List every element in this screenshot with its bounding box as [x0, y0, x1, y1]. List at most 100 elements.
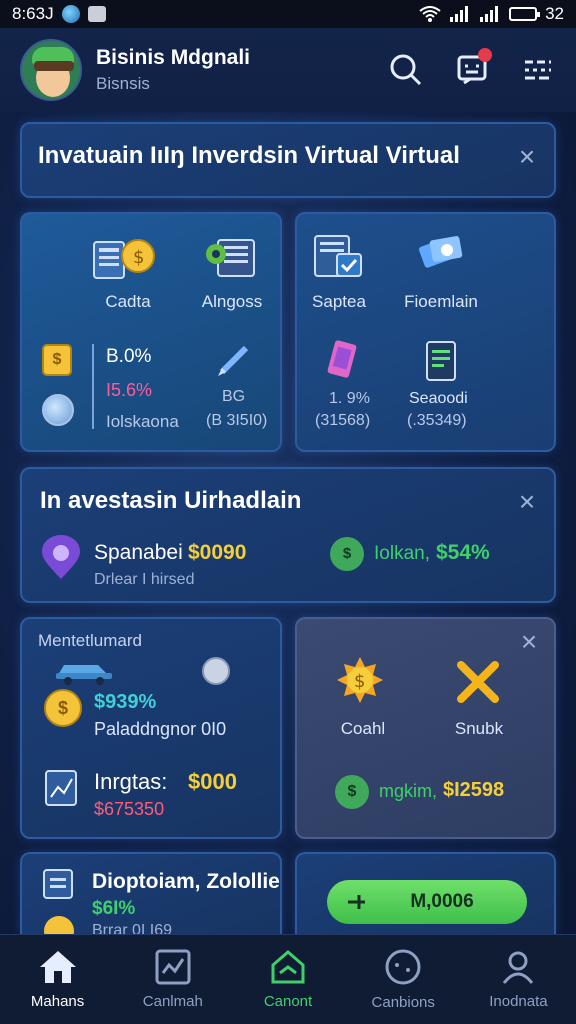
close-icon[interactable]: ×	[516, 628, 542, 656]
bottom-left-title: Dioptoiam, Zolollie	[92, 870, 280, 893]
home-icon	[39, 951, 76, 983]
side-label: BG	[222, 388, 246, 405]
search-icon[interactable]	[388, 52, 424, 88]
nav-item-canbions[interactable]: Canbions	[346, 935, 461, 1024]
clock-icon	[202, 657, 230, 685]
close-icon[interactable]: ×	[514, 488, 540, 516]
divider	[92, 344, 94, 429]
nav-label: Canont	[263, 993, 313, 1010]
market-pct: $939%	[94, 691, 157, 713]
nav-item-canlmah[interactable]: Canlmah	[115, 935, 230, 1024]
svg-text:$: $	[354, 671, 365, 692]
item2-value: $54%	[436, 541, 490, 564]
stat-label: Iolskaona	[106, 412, 179, 431]
home-outline-icon	[271, 950, 305, 984]
item1-sub: Drlear I hirsed	[94, 571, 195, 588]
row-value: $000	[188, 769, 237, 794]
battery-icon	[509, 7, 541, 21]
bottom-left-card[interactable]: Dioptoiam, Zolollie $6I% Brrar 0I I69	[20, 852, 282, 946]
app-notification-icon	[87, 6, 106, 22]
nav-label: Inodnata	[489, 993, 548, 1010]
pin-icon	[348, 895, 365, 909]
tile-label-alngoss: Alngoss	[201, 292, 263, 311]
nav-label: Mahans	[30, 993, 85, 1010]
market-desc: Paladdngnor 0I0	[94, 719, 227, 739]
nav-label: Canbions	[371, 994, 435, 1011]
investment-card[interactable]: In avestasin Uirhadlain × Spanabei $0090…	[20, 467, 556, 603]
gear-report-icon[interactable]	[200, 234, 264, 286]
signal-icon	[450, 6, 469, 22]
bottom-nav: Mahans Canlmah Canont Canbions Inodnata	[0, 934, 576, 1024]
coin-label-coahl: Coahl	[340, 719, 386, 738]
user-icon	[503, 951, 534, 984]
nav-item-inodnata[interactable]: Inodnata	[461, 935, 576, 1024]
app-title: Bisinis Mdgnali	[96, 46, 251, 69]
money-icon: $	[330, 537, 364, 571]
stat-value: B.0%	[106, 346, 152, 367]
action-button[interactable]: M,0006	[327, 880, 527, 924]
coin-label-snubk: Snubk	[454, 719, 504, 738]
nav-item-home[interactable]: Mahans	[0, 935, 115, 1024]
market-title: Mentetlumard	[38, 631, 142, 650]
wifi-icon	[419, 6, 441, 22]
coins-card[interactable]: × $ Coahl Snubk $ mgkim, $I2598	[295, 617, 556, 839]
coin-square-icon: $	[42, 344, 72, 376]
item1-value: $0090	[188, 541, 247, 564]
tile-label-cadta: Cadta	[105, 292, 151, 311]
market-card[interactable]: Mentetlumard $ $939% Paladdngnor 0I0 Inr…	[20, 617, 282, 839]
car-icon	[56, 665, 112, 685]
row-label: Inrgtas:	[94, 769, 168, 794]
chart-board-icon	[155, 949, 191, 985]
footer-label: mgkim,	[379, 781, 437, 801]
globe-outline-icon	[385, 949, 421, 985]
status-bar: 8:63J 32	[0, 0, 576, 28]
signal-icon-2	[480, 6, 499, 22]
right-tiles-card: Saptea Fioemlain 1. 9% (31568) Seaoodi (…	[295, 212, 556, 452]
right-stat-1: 1. 9%	[329, 390, 370, 407]
calculator-coin-icon[interactable]: $	[92, 234, 156, 286]
ledger-icon	[426, 341, 456, 381]
sun-coin-icon: $	[337, 657, 383, 703]
tile-label-fioemlain: Fioemlain	[404, 292, 478, 311]
item2-label: Iolkan,	[374, 543, 430, 564]
notification-icon[interactable]	[454, 48, 492, 88]
battery-level: 32	[545, 4, 564, 23]
wallet-card-icon	[327, 340, 357, 378]
row-sub: $675350	[94, 799, 165, 819]
nav-label: Canlmah	[142, 993, 203, 1010]
banner-text: Invatuain IıIŋ Inverdsin Virtual Virtual	[38, 142, 460, 169]
coin-icon: $	[44, 689, 82, 727]
checklist-icon[interactable]	[311, 232, 375, 284]
stat-pink: I5.6%	[106, 380, 153, 400]
app-header: Bisinis Mdgnali Bisnsis	[0, 28, 576, 112]
location-pin-icon	[42, 535, 80, 579]
close-icon[interactable]: ×	[514, 143, 540, 171]
pencil-icon	[218, 345, 249, 376]
notification-badge	[478, 48, 492, 62]
tools-icon[interactable]	[455, 659, 501, 705]
svg-text:$: $	[133, 247, 144, 268]
globe-coin-icon	[42, 394, 74, 426]
clock: 8:63J	[12, 4, 54, 23]
globe-icon	[61, 5, 80, 23]
nav-item-canont[interactable]: Canont	[230, 935, 345, 1024]
chart-icon	[45, 770, 77, 806]
cards-icon[interactable]	[413, 228, 477, 280]
footer-value: $I2598	[443, 779, 505, 801]
money-icon-2: $	[335, 775, 369, 809]
app-subtitle: Bisnsis	[96, 74, 150, 93]
investment-title: In avestasin Uirhadlain	[40, 487, 302, 514]
side-value: (B 3I5I0)	[206, 412, 268, 429]
right-stat-2: (31568)	[315, 412, 371, 429]
item1-label: Spanabei	[94, 541, 183, 564]
action-button-label: M,0006	[410, 891, 474, 912]
bottom-left-pct: $6I%	[92, 898, 136, 919]
banner-card[interactable]: Invatuain IıIŋ Inverdsin Virtual Virtual…	[20, 122, 556, 198]
bottom-right-card: M,0006	[295, 852, 556, 934]
document-icon	[43, 869, 73, 899]
right-label-3: Seaoodi	[409, 390, 468, 407]
menu-icon[interactable]	[520, 52, 556, 88]
avatar[interactable]	[20, 39, 82, 101]
left-tiles-card: $ Cadta Alngoss $ B.0% I5.6% Iolskaona B…	[20, 212, 282, 452]
right-stat-3: (.35349)	[407, 412, 467, 429]
